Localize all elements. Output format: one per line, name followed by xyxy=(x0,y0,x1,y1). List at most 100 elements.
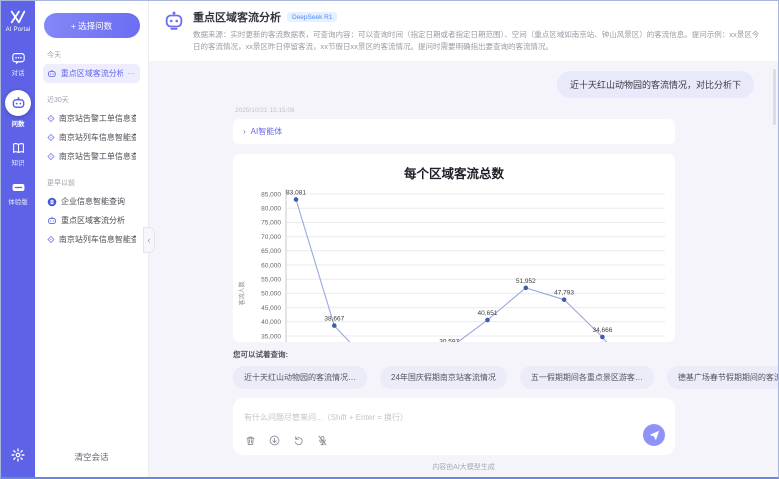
export-button[interactable] xyxy=(268,434,281,447)
conversation-label: 南京站列车信息智能查询 xyxy=(59,132,136,143)
diamond-icon xyxy=(47,152,55,161)
svg-text:55,000: 55,000 xyxy=(261,277,281,284)
arrow-down-circle-icon xyxy=(269,435,280,446)
model-badge: DeepSeek R1 xyxy=(287,12,337,22)
new-ask-button[interactable]: + 选择问数 xyxy=(44,13,140,38)
section-title-30days: 近30天 xyxy=(47,95,140,105)
svg-text:40,000: 40,000 xyxy=(261,319,281,326)
app-logo-text: AI Portal xyxy=(6,27,31,33)
trial-badge-icon xyxy=(11,180,25,194)
assistant-header: 重点区域客流分析 DeepSeek R1 数据来源：实时更新的客流数据表，可查询… xyxy=(149,1,778,61)
ask-data-robot-icon xyxy=(5,90,31,116)
conversation-label: 重点区域客流分析 xyxy=(61,215,125,226)
svg-text:51,952: 51,952 xyxy=(516,278,536,285)
assistant-robot-avatar xyxy=(163,10,185,32)
app-logo-icon xyxy=(9,9,27,25)
nav-rail: AI Portal 对话 问数 知识 xyxy=(1,1,35,477)
svg-text:80,000: 80,000 xyxy=(261,206,281,213)
suggestion-chip[interactable]: 24年国庆假期南京站客流情况 xyxy=(380,366,507,389)
message-list: 近十天红山动物园的客流情况，对比分析下 2025/10/21 15:15:08 … xyxy=(149,61,778,455)
chart-title: 每个区域客流总数 xyxy=(233,163,675,182)
svg-text:35,000: 35,000 xyxy=(261,334,281,341)
chart-card: 每个区域客流总数 85,000 80,000 75,000 70,000 65,000 6… xyxy=(233,154,675,342)
svg-text:34,666: 34,666 xyxy=(592,327,612,334)
sidebar-collapse-handle[interactable]: ‹ xyxy=(143,227,155,253)
assistant-title: 重点区域客流分析 xyxy=(193,9,281,25)
conversation-item[interactable]: 南京站告警工单信息查询 xyxy=(43,147,140,166)
robot-icon xyxy=(47,69,57,79)
suggestion-chip[interactable]: 德基广场春节假期期间的客流… xyxy=(667,366,778,389)
message-input[interactable] xyxy=(244,413,664,422)
svg-text:38,667: 38,667 xyxy=(324,316,344,323)
svg-text:客流人数: 客流人数 xyxy=(238,282,246,306)
undo-button[interactable] xyxy=(292,434,305,447)
delete-button[interactable] xyxy=(244,434,257,447)
enterprise-icon xyxy=(47,197,57,207)
diamond-icon xyxy=(47,114,55,123)
svg-text:40,651: 40,651 xyxy=(478,310,498,317)
rail-item-ask-data[interactable]: 问数 xyxy=(5,90,31,128)
clear-session-button[interactable]: 清空会话 xyxy=(43,445,140,469)
conversation-label: 企业信息智能查询 xyxy=(61,196,125,207)
agent-steps-toggle[interactable]: › AI智能体 xyxy=(233,119,675,144)
suggestion-chip[interactable]: 五一假期期间各重点景区游客… xyxy=(520,366,654,389)
conversation-label: 南京站告警工单信息查询 xyxy=(59,151,136,162)
svg-text:75,000: 75,000 xyxy=(261,220,281,227)
suggestions-label: 您可以试着查询: xyxy=(233,349,754,360)
assistant-description: 数据来源：实时更新的客流数据表，可查询内容：可以查询时间（指定日期或者指定日期范… xyxy=(193,29,764,52)
svg-text:30,597: 30,597 xyxy=(439,339,459,342)
chevron-right-icon: › xyxy=(243,127,246,136)
suggestion-chips: 近十天红山动物园的客流情况… 24年国庆假期南京站客流情况 五一假期期间各重点景… xyxy=(233,366,754,389)
rail-label-trial: 体验版 xyxy=(8,196,28,206)
conversation-item-active[interactable]: 重点区域客流分析 ⋯ xyxy=(43,64,140,83)
item-menu-icon[interactable]: ⋯ xyxy=(127,69,136,78)
trash-icon xyxy=(245,435,256,446)
conversation-label: 南京站告警工单信息查询 xyxy=(59,113,136,124)
svg-text:45,000: 45,000 xyxy=(261,305,281,312)
scrollbar[interactable] xyxy=(773,69,776,125)
conversation-item[interactable]: 南京站列车信息智能查询 xyxy=(43,128,140,147)
user-message-bubble: 近十天红山动物园的客流情况，对比分析下 xyxy=(557,71,754,98)
mic-off-icon xyxy=(317,435,328,446)
rail-item-trial[interactable]: 体验版 xyxy=(8,180,28,206)
conversation-item[interactable]: 南京站列车信息智能查询 xyxy=(43,230,140,249)
send-button[interactable] xyxy=(643,424,665,446)
svg-text:65,000: 65,000 xyxy=(261,248,281,255)
svg-text:50,000: 50,000 xyxy=(261,291,281,298)
undo-icon xyxy=(293,435,304,446)
rail-item-knowledge[interactable]: 知识 xyxy=(11,141,25,167)
ai-disclaimer: 内容由AI大模型生成 xyxy=(149,455,778,477)
rail-label-knowledge: 知识 xyxy=(12,157,25,167)
conversation-label: 重点区域客流分析 xyxy=(61,68,123,79)
svg-text:47,793: 47,793 xyxy=(554,290,574,297)
rail-label-chat: 对话 xyxy=(12,67,25,77)
diamond-icon xyxy=(47,133,55,142)
message-timestamp: 2025/10/21 15:15:08 xyxy=(235,107,754,114)
assistant-header-text: 重点区域客流分析 DeepSeek R1 数据来源：实时更新的客流数据表，可查询… xyxy=(193,9,764,52)
traffic-chart: 85,000 80,000 75,000 70,000 65,000 60,000 55,0… xyxy=(233,184,675,342)
svg-text:83,081: 83,081 xyxy=(286,190,306,197)
conversation-label: 南京站列车信息智能查询 xyxy=(59,234,136,245)
rail-settings[interactable] xyxy=(11,448,25,467)
section-title-earlier: 更早以前 xyxy=(47,178,140,188)
conversation-item[interactable]: 重点区域客流分析 xyxy=(43,211,140,230)
conversation-item[interactable]: 南京站告警工单信息查询 xyxy=(43,109,140,128)
voice-input-button[interactable] xyxy=(316,434,329,447)
diamond-icon xyxy=(47,235,55,244)
rail-nav: 对话 问数 知识 体验版 xyxy=(5,51,31,206)
suggestion-chip[interactable]: 近十天红山动物园的客流情况… xyxy=(233,366,367,389)
conversation-item[interactable]: 企业信息智能查询 xyxy=(43,192,140,211)
rail-item-chat[interactable]: 对话 xyxy=(11,51,25,77)
agent-toggle-label: AI智能体 xyxy=(251,126,283,137)
svg-text:70,000: 70,000 xyxy=(261,234,281,241)
composer xyxy=(233,398,675,455)
robot-icon xyxy=(47,216,57,226)
chat-bubble-icon xyxy=(11,51,25,65)
composer-tools xyxy=(244,434,664,447)
conversation-sidebar: + 选择问数 今天 重点区域客流分析 ⋯ 近30天 南京站告警工单信息查询 南京… xyxy=(35,1,149,477)
svg-text:85,000: 85,000 xyxy=(261,192,281,199)
paper-plane-icon xyxy=(649,430,660,441)
svg-text:60,000: 60,000 xyxy=(261,263,281,270)
book-icon xyxy=(11,141,25,155)
app-window: AI Portal 对话 问数 知识 xyxy=(0,0,779,479)
